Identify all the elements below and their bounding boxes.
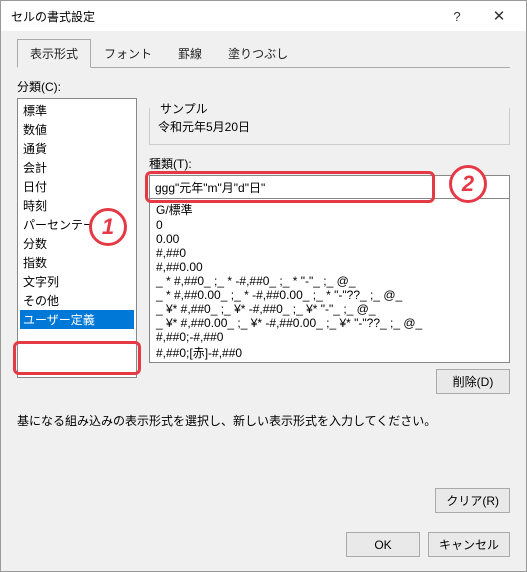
tab-fill[interactable]: 塗りつぶし xyxy=(215,39,301,68)
delete-button[interactable]: 削除(D) xyxy=(436,369,510,394)
cat-item-percent[interactable]: パーセンテージ xyxy=(20,215,134,234)
fmt-item[interactable]: #,##0.00 xyxy=(154,260,505,274)
ok-button[interactable]: OK xyxy=(346,532,420,557)
cat-item-time[interactable]: 時刻 xyxy=(20,196,134,215)
cat-item-accounting[interactable]: 会計 xyxy=(20,158,134,177)
cat-item-currency[interactable]: 通貨 xyxy=(20,139,134,158)
fmt-item[interactable]: #,##0 xyxy=(154,246,505,260)
type-label: 種類(T): xyxy=(149,155,510,172)
fmt-item[interactable]: 0 xyxy=(154,218,505,232)
tab-bar: 表示形式 フォント 罫線 塗りつぶし xyxy=(17,39,510,68)
tab-font[interactable]: フォント xyxy=(91,39,165,68)
fmt-item[interactable]: _ * #,##0.00_ ;_ * -#,##0.00_ ;_ * "-"??… xyxy=(154,288,505,302)
tab-border[interactable]: 罫線 xyxy=(165,39,215,68)
window-title: セルの書式設定 xyxy=(11,8,436,25)
help-button[interactable]: ? xyxy=(436,2,478,30)
cat-item-exponent[interactable]: 指数 xyxy=(20,253,134,272)
hint-text: 基になる組み込みの表示形式を選択し、新しい表示形式を入力してください。 xyxy=(17,412,510,429)
type-input[interactable] xyxy=(149,175,510,199)
fmt-item[interactable]: _ ¥* #,##0_ ;_ ¥* -#,##0_ ;_ ¥* "-"_ ;_ … xyxy=(154,302,505,316)
dialog-window: セルの書式設定 ? ✕ 表示形式 フォント 罫線 塗りつぶし 分類(C): 標準… xyxy=(0,0,527,572)
titlebar: セルの書式設定 ? ✕ xyxy=(1,1,526,31)
fmt-item[interactable]: 0.00 xyxy=(154,232,505,246)
cat-item-other[interactable]: その他 xyxy=(20,291,134,310)
cat-item-date[interactable]: 日付 xyxy=(20,177,134,196)
sample-label: サンプル xyxy=(156,100,212,117)
cat-item-user-defined[interactable]: ユーザー定義 xyxy=(20,310,134,329)
format-list[interactable]: G/標準 0 0.00 #,##0 #,##0.00 _ * #,##0_ ;_… xyxy=(149,199,510,363)
cat-item-fraction[interactable]: 分数 xyxy=(20,234,134,253)
cancel-button[interactable]: キャンセル xyxy=(428,532,510,557)
cat-item-standard[interactable]: 標準 xyxy=(20,101,134,120)
tab-number-format[interactable]: 表示形式 xyxy=(17,39,91,68)
category-label: 分類(C): xyxy=(17,78,510,95)
category-list[interactable]: 標準 数値 通貨 会計 日付 時刻 パーセンテージ 分数 指数 文字列 その他 … xyxy=(17,98,137,378)
cat-item-text[interactable]: 文字列 xyxy=(20,272,134,291)
close-button[interactable]: ✕ xyxy=(478,2,520,30)
sample-value: 令和元年5月20日 xyxy=(158,120,250,134)
dialog-body: 表示形式 フォント 罫線 塗りつぶし 分類(C): 標準 数値 通貨 会計 日付… xyxy=(1,31,526,441)
sample-group: サンプル 令和元年5月20日 xyxy=(149,108,510,145)
fmt-item[interactable]: #,##0;-#,##0 xyxy=(154,330,505,344)
cat-item-number[interactable]: 数値 xyxy=(20,120,134,139)
fmt-item[interactable]: G/標準 xyxy=(154,201,505,218)
fmt-item[interactable]: _ * #,##0_ ;_ * -#,##0_ ;_ * "-"_ ;_ @_ xyxy=(154,274,505,288)
fmt-item[interactable]: _ ¥* #,##0.00_ ;_ ¥* -#,##0.00_ ;_ ¥* "-… xyxy=(154,316,505,330)
fmt-item[interactable]: #,##0;[赤]-#,##0 xyxy=(154,344,505,361)
clear-button[interactable]: クリア(R) xyxy=(435,488,510,513)
